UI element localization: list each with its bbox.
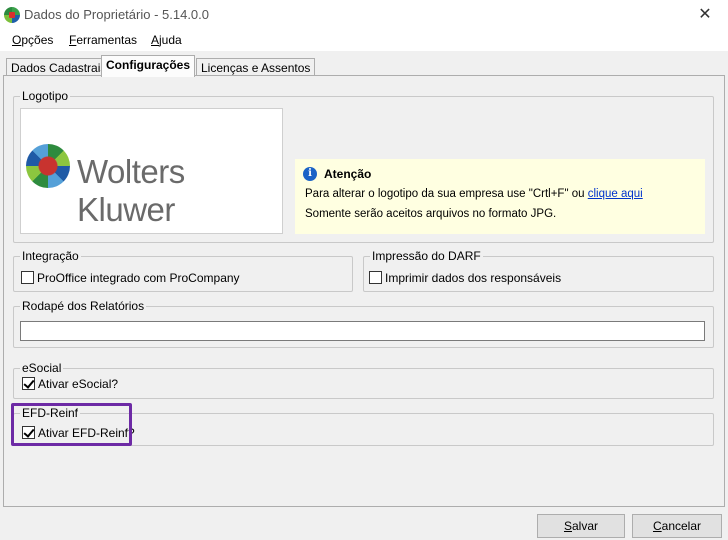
efd-reinf-highlight-box xyxy=(11,403,132,446)
app-icon xyxy=(4,7,20,23)
menu-ajuda[interactable]: Ajuda xyxy=(151,33,182,47)
notice-title: Atenção xyxy=(324,167,372,181)
menu-bar: Opções Ferramentas Ajuda xyxy=(0,29,728,51)
tab-licencas-assentos[interactable]: Licenças e Assentos xyxy=(196,58,316,76)
tab-strip: Dados Cadastrais Configurações Licenças … xyxy=(0,52,728,77)
rodape-input[interactable] xyxy=(20,321,705,341)
save-button[interactable]: Salvar xyxy=(537,514,625,538)
menu-opcoes-accel: O xyxy=(12,33,22,47)
close-button[interactable]: ✕ xyxy=(682,0,728,29)
notice-format-info: Somente serão aceitos arquivos no format… xyxy=(305,208,557,220)
notice-instruction: Para alterar o logotipo da sua empresa u… xyxy=(305,188,643,200)
integracao-group-label: Integração xyxy=(20,249,81,263)
company-logo[interactable]: Wolters Kluwer xyxy=(20,108,283,234)
esocial-group-label: eSocial xyxy=(20,361,64,375)
cancel-button-label: ancelar xyxy=(661,519,702,533)
save-button-accel: S xyxy=(563,519,572,533)
logotipo-group-label: Logotipo xyxy=(20,89,71,103)
imprimir-responsaveis-label: Imprimir dados dos responsáveis xyxy=(385,271,562,285)
info-icon: i xyxy=(303,167,317,181)
darf-group-label: Impressão do DARF xyxy=(370,249,483,263)
esocial-checkbox-label: Ativar eSocial? xyxy=(38,377,119,391)
esocial-checkbox[interactable] xyxy=(22,377,35,390)
tab-configuracoes[interactable]: Configurações xyxy=(101,55,196,77)
logo-wordmark: Wolters Kluwer xyxy=(77,153,185,228)
attention-notice: i Atenção Para alterar o logotipo da sua… xyxy=(295,159,705,234)
menu-opcoes[interactable]: Opções xyxy=(12,33,53,47)
menu-ajuda-accel: A xyxy=(151,33,160,47)
prooffice-checkbox[interactable] xyxy=(21,271,34,284)
title-bar: Dados do Proprietário - 5.14.0.0 ✕ xyxy=(0,0,728,29)
imprimir-responsaveis-checkbox[interactable] xyxy=(369,271,382,284)
wolters-kluwer-globe-icon xyxy=(26,144,70,188)
cancel-button[interactable]: Cancelar xyxy=(632,514,722,538)
menu-ferramentas[interactable]: Ferramentas xyxy=(69,33,137,47)
rodape-group-label: Rodapé dos Relatórios xyxy=(20,299,147,313)
notice-instruction-text: Para alterar o logotipo da sua empresa u… xyxy=(305,188,585,200)
menu-opcoes-label: pções xyxy=(21,33,54,47)
menu-ferramentas-label: erramentas xyxy=(76,33,138,47)
esocial-group: eSocial xyxy=(13,361,714,399)
menu-ajuda-label: juda xyxy=(159,33,182,47)
tab-dados-cadastrais[interactable]: Dados Cadastrais xyxy=(6,58,112,76)
click-here-link[interactable]: clique aqui xyxy=(588,188,643,200)
window-title: Dados do Proprietário - 5.14.0.0 xyxy=(24,7,209,22)
prooffice-checkbox-label: ProOffice integrado com ProCompany xyxy=(37,271,240,285)
save-button-label: alvar xyxy=(572,519,599,533)
cancel-button-accel: C xyxy=(652,519,662,533)
